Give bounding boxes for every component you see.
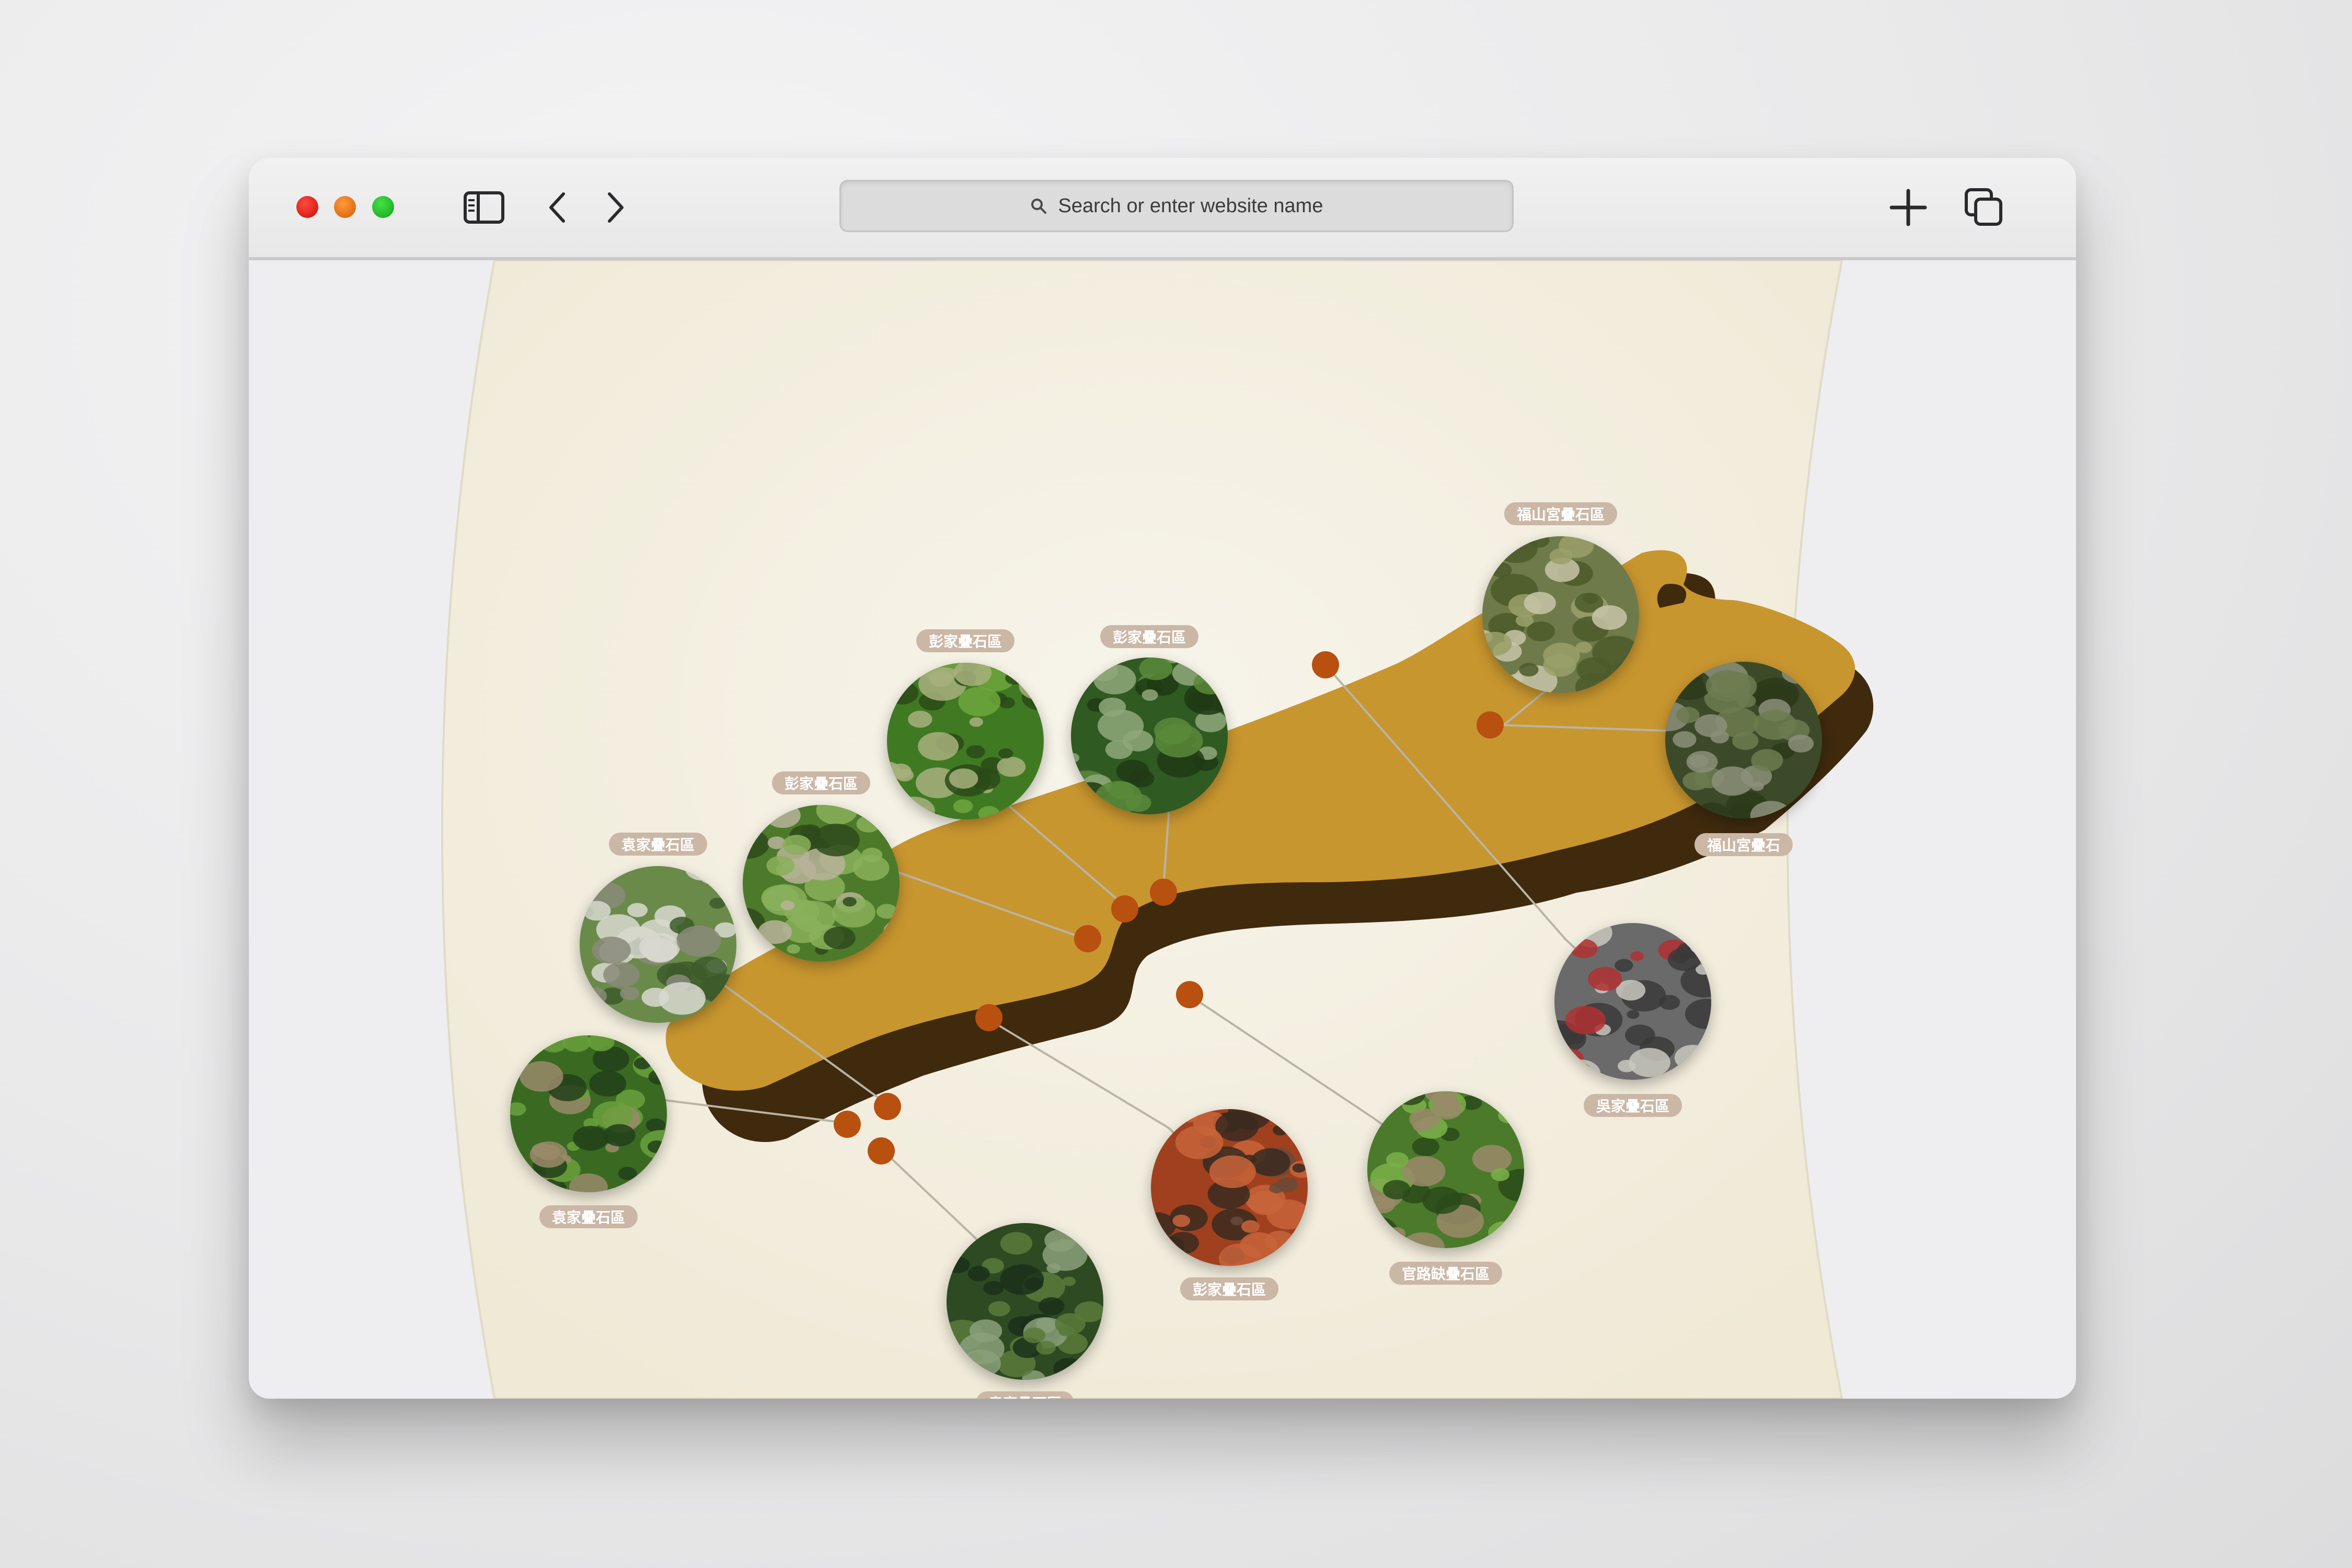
map-stage: 福山宮疊石區 福山宮疊石 彭家疊石區 彭家疊石區 彭家疊石區 袁家疊石區 袁家疊… — [249, 259, 2076, 1399]
close-window-button[interactable] — [296, 196, 318, 218]
forward-button[interactable] — [600, 187, 631, 228]
site-marker[interactable] — [868, 1137, 895, 1165]
address-bar[interactable]: Search or enter website name — [839, 180, 1514, 232]
back-icon — [549, 192, 565, 223]
site-photo[interactable] — [743, 805, 900, 962]
site-photo[interactable] — [1665, 662, 1822, 818]
site-marker[interactable] — [1074, 925, 1101, 952]
site-label: 袁家疊石區 — [608, 833, 708, 856]
site-photo[interactable] — [947, 1223, 1103, 1380]
site-photo[interactable] — [1554, 923, 1711, 1080]
forward-icon — [608, 192, 624, 223]
site-photo[interactable] — [1482, 536, 1639, 693]
back-button[interactable] — [541, 187, 573, 228]
site-label: 彭家疊石區 — [1100, 625, 1199, 648]
address-placeholder: Search or enter website name — [1058, 194, 1323, 217]
site-label: 官路缺疊石區 — [1389, 1262, 1503, 1285]
site-photo[interactable] — [887, 663, 1044, 820]
site-marker[interactable] — [1312, 651, 1339, 678]
site-label: 福山宮疊石 — [1694, 833, 1793, 856]
site-label: 彭家疊石區 — [771, 771, 871, 794]
site-marker[interactable] — [1176, 981, 1203, 1008]
zoom-window-button[interactable] — [372, 196, 394, 218]
browser-window: Search or enter website name 福山宮疊石區 福山宮疊… — [249, 158, 2076, 1399]
site-label: 福山宮疊石區 — [1504, 502, 1618, 525]
site-label: 袁家疊石區 — [539, 1205, 638, 1228]
site-photo[interactable] — [1071, 658, 1228, 814]
new-tab-icon — [1889, 189, 1927, 226]
site-label: 袁家疊石區 — [975, 1391, 1075, 1399]
site-label: 彭家疊石區 — [1180, 1277, 1279, 1300]
search-icon — [1031, 199, 1046, 214]
site-marker[interactable] — [834, 1111, 861, 1138]
tabs-overview-icon — [1965, 188, 2002, 226]
site-photo[interactable] — [510, 1035, 667, 1192]
new-tab-button[interactable] — [1885, 187, 1932, 228]
site-marker[interactable] — [1477, 711, 1504, 739]
site-photo[interactable] — [580, 866, 736, 1023]
site-marker[interactable] — [1111, 895, 1138, 923]
site-marker[interactable] — [975, 1004, 1002, 1031]
sidebar-toggle-button[interactable] — [460, 187, 508, 228]
browser-toolbar: Search or enter website name — [249, 158, 2076, 260]
minimize-window-button[interactable] — [334, 196, 356, 218]
site-label: 彭家疊石區 — [916, 629, 1015, 652]
sidebar-icon — [464, 191, 504, 224]
site-photo[interactable] — [1151, 1109, 1308, 1266]
tabs-overview-button[interactable] — [1961, 187, 2008, 228]
site-photo[interactable] — [1367, 1091, 1524, 1248]
page-content: 福山宮疊石區 福山宮疊石 彭家疊石區 彭家疊石區 彭家疊石區 袁家疊石區 袁家疊… — [249, 259, 2076, 1399]
site-marker[interactable] — [1150, 879, 1177, 906]
site-marker[interactable] — [874, 1093, 901, 1120]
site-label: 吳家疊石區 — [1583, 1094, 1682, 1117]
